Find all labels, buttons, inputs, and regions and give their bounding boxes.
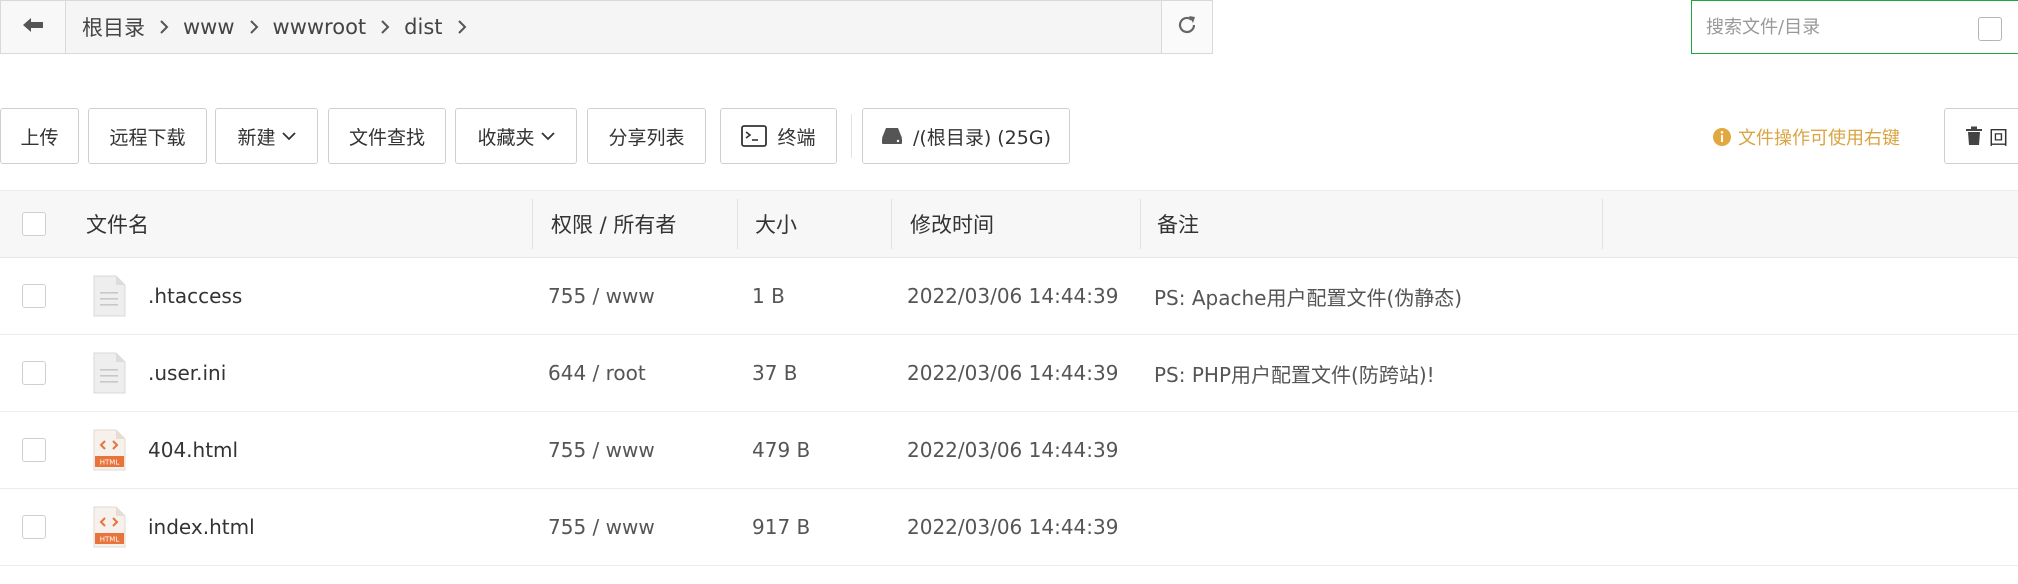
- row-checkbox[interactable]: [22, 515, 46, 539]
- file-permission[interactable]: 644 / root: [548, 335, 646, 411]
- breadcrumb: 根目录 www wwwroot dist: [66, 1, 1161, 53]
- file-search-button[interactable]: 文件查找: [328, 108, 446, 164]
- disk-button[interactable]: /(根目录) (25G): [862, 108, 1070, 164]
- breadcrumb-wwwroot[interactable]: wwwroot: [267, 15, 373, 39]
- toolbar-divider: [851, 114, 852, 158]
- refresh-button[interactable]: [1161, 1, 1212, 53]
- file-size: 1 B: [752, 284, 785, 308]
- file-size: 917 B: [752, 515, 811, 539]
- refresh-icon: [1175, 13, 1199, 41]
- html-file-icon: HTML: [92, 412, 126, 488]
- search-box: [1691, 0, 2018, 54]
- html-file-icon: HTML: [92, 489, 126, 565]
- chevron-right-icon: [372, 19, 398, 35]
- column-divider: [891, 199, 892, 249]
- terminal-button[interactable]: 终端: [720, 108, 837, 164]
- file-manager: 根目录 www wwwroot dist 上传 远程下载 新建: [0, 0, 2018, 584]
- remote-download-label: 远程下载: [109, 126, 186, 149]
- breadcrumb-dist[interactable]: dist: [398, 15, 448, 39]
- chevron-right-icon[interactable]: [449, 19, 475, 35]
- info-icon: [1712, 127, 1732, 147]
- trash-icon: [1965, 126, 1983, 146]
- back-button[interactable]: [1, 1, 66, 53]
- chevron-down-icon: [540, 131, 555, 141]
- toolbar: 上传 远程下载 新建 文件查找 收藏夹 分享列表 终端 /(根目录) (25G): [0, 108, 2018, 164]
- terminal-label: 终端: [777, 126, 816, 149]
- file-modified: 2022/03/06 14:44:39: [907, 438, 1119, 462]
- file-modified: 2022/03/06 14:44:39: [907, 515, 1119, 539]
- new-button[interactable]: 新建: [215, 108, 318, 164]
- breadcrumb-root[interactable]: 根目录: [76, 12, 151, 42]
- share-list-label: 分享列表: [608, 126, 685, 149]
- file-search-label: 文件查找: [348, 126, 425, 149]
- file-size: 37 B: [752, 361, 798, 385]
- file-note[interactable]: PS: PHP用户配置文件(防跨站)!: [1154, 335, 1435, 411]
- header-modified[interactable]: 修改时间: [910, 191, 994, 257]
- header-file-name[interactable]: 文件名: [86, 191, 149, 257]
- file-permission[interactable]: 755 / www: [548, 412, 655, 488]
- address-bar: 根目录 www wwwroot dist: [0, 0, 1213, 54]
- row-checkbox[interactable]: [22, 361, 46, 385]
- file-table: 文件名 权限 / 所有者 大小 修改时间 备注 .htaccess 755 / …: [0, 190, 2018, 566]
- chevron-right-icon: [151, 19, 177, 35]
- favorites-button[interactable]: 收藏夹: [455, 108, 577, 164]
- header-permission[interactable]: 权限 / 所有者: [551, 191, 676, 257]
- header-size[interactable]: 大小: [755, 191, 797, 257]
- header-note: 备注: [1157, 213, 1199, 237]
- file-permission[interactable]: 755 / www: [548, 258, 655, 334]
- chevron-right-icon: [241, 19, 267, 35]
- file-name[interactable]: index.html: [148, 489, 255, 565]
- column-divider: [1602, 199, 1603, 249]
- file-note[interactable]: PS: Apache用户配置文件(伪静态): [1154, 258, 1462, 334]
- file-name[interactable]: 404.html: [148, 412, 238, 488]
- search-subdir-checkbox[interactable]: [1978, 17, 2002, 41]
- select-all-checkbox[interactable]: [22, 212, 46, 236]
- upload-button[interactable]: 上传: [0, 108, 79, 164]
- file-modified: 2022/03/06 14:44:39: [907, 361, 1119, 385]
- text-file-icon: [92, 335, 126, 411]
- new-label: 新建: [237, 126, 276, 149]
- file-name[interactable]: .user.ini: [148, 335, 226, 411]
- terminal-icon: [741, 125, 768, 147]
- svg-text:HTML: HTML: [100, 536, 120, 544]
- file-modified: 2022/03/06 14:44:39: [907, 284, 1119, 308]
- column-divider: [532, 199, 533, 249]
- table-header: 文件名 权限 / 所有者 大小 修改时间 备注: [0, 190, 2018, 258]
- remote-download-button[interactable]: 远程下载: [88, 108, 207, 164]
- text-file-icon: [92, 258, 126, 334]
- svg-text:HTML: HTML: [100, 459, 120, 467]
- disk-label: /(根目录) (25G): [913, 126, 1051, 149]
- table-row[interactable]: .htaccess 755 / www 1 B 2022/03/06 14:44…: [0, 258, 2018, 335]
- row-checkbox[interactable]: [22, 284, 46, 308]
- hard-disk-icon: [881, 126, 903, 146]
- table-row[interactable]: HTML index.html 755 / www 917 B 2022/03/…: [0, 489, 2018, 566]
- recycle-bin-label: 回: [1989, 126, 2009, 149]
- column-divider: [1140, 199, 1141, 249]
- arrow-left-icon: [22, 16, 44, 38]
- column-divider: [737, 199, 738, 249]
- breadcrumb-www[interactable]: www: [177, 15, 241, 39]
- context-menu-tip: 文件操作可使用右键: [1712, 124, 1900, 150]
- search-input[interactable]: [1692, 6, 1968, 48]
- table-row[interactable]: .user.ini 644 / root 37 B 2022/03/06 14:…: [0, 335, 2018, 412]
- chevron-down-icon: [281, 131, 296, 141]
- file-permission[interactable]: 755 / www: [548, 489, 655, 565]
- file-size: 479 B: [752, 438, 811, 462]
- share-list-button[interactable]: 分享列表: [587, 108, 706, 164]
- table-row[interactable]: HTML 404.html 755 / www 479 B 2022/03/06…: [0, 412, 2018, 489]
- recycle-bin-button[interactable]: 回: [1944, 108, 2018, 164]
- tip-text: 文件操作可使用右键: [1738, 128, 1900, 149]
- upload-label: 上传: [20, 126, 59, 149]
- file-name[interactable]: .htaccess: [148, 258, 242, 334]
- row-checkbox[interactable]: [22, 438, 46, 462]
- favorites-label: 收藏夹: [477, 126, 535, 149]
